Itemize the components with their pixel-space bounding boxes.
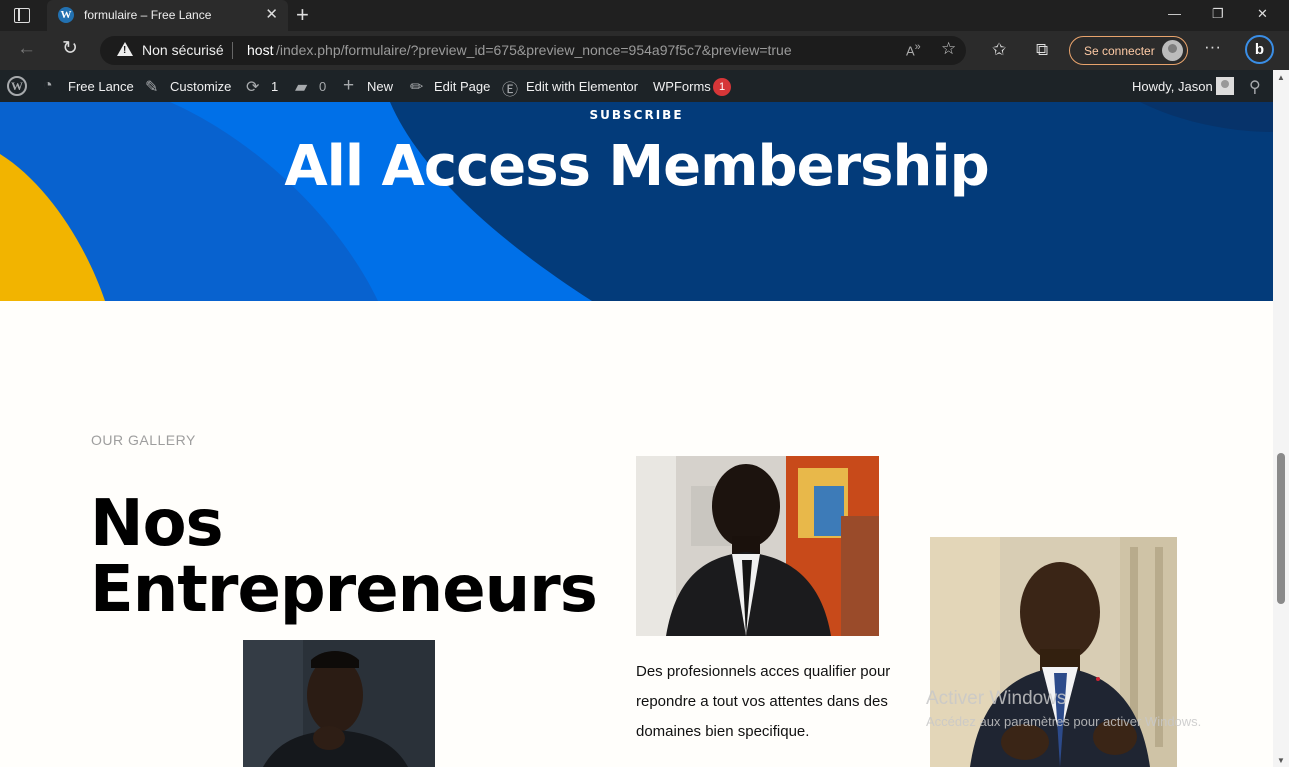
gallery-title-line-2: Entrepreneurs [90,553,598,627]
gallery-label: OUR GALLERY [91,432,196,448]
edit-elementor-link[interactable]: Edit with Elementor [526,79,638,94]
new-content-link[interactable]: New [367,79,393,94]
updates-icon[interactable]: ⟳ [246,77,259,97]
pencil-icon: ✏ [410,79,424,96]
browser-tab[interactable]: W formulaire – Free Lance ✕ [47,0,288,31]
restore-icon[interactable]: ❐ [1212,6,1224,22]
wordpress-favicon-icon: W [58,7,74,23]
updates-count[interactable]: 1 [271,79,278,94]
address-bar[interactable]: Non sécurisé host /index.php/formulaire/… [100,36,966,65]
warning-icon [117,42,133,56]
plus-icon: + [343,75,355,96]
comments-icon[interactable]: ▰ [295,77,307,97]
howdy-user-link[interactable]: Howdy, Jason [1132,79,1213,94]
hero-background-shapes [0,102,1273,301]
gallery-title: Nos Entrepreneurs [90,487,598,627]
hero-title: All Access Membership [284,134,989,199]
scroll-down-icon[interactable]: ▼ [1277,756,1285,765]
gallery-section: OUR GALLERY Nos Entrepreneurs Des profes… [0,301,1273,767]
sign-in-label: Se connecter [1084,44,1155,58]
collections-icon[interactable]: ⧉ [1036,40,1048,60]
close-window-icon[interactable]: ✕ [1257,6,1268,22]
url-path: /index.php/formulaire/?preview_id=675&pr… [276,42,792,58]
security-label[interactable]: Non sécurisé [142,42,224,58]
favorites-icon[interactable]: ✩ [992,40,1006,60]
close-tab-icon[interactable]: ✕ [265,5,278,23]
elementor-icon: Ⓔ [502,82,519,99]
activate-windows-subtitle[interactable]: Accédez aux paramètres pour activer Wind… [926,714,1201,729]
browser-tab-strip: W formulaire – Free Lance ✕ + — ❐ ✕ [0,0,1289,31]
search-icon[interactable]: ⚲ [1249,77,1261,97]
tab-actions-icon[interactable] [14,8,30,23]
divider [232,42,233,59]
entrepreneur-photo-2[interactable] [930,537,1177,767]
sign-in-button[interactable]: Se connecter [1069,36,1188,65]
gallery-description: Des profesionnels acces qualifier pour r… [636,663,891,740]
new-tab-icon[interactable]: + [296,2,309,28]
user-avatar[interactable] [1216,77,1234,95]
customize-link[interactable]: Customize [170,79,231,94]
scroll-up-icon[interactable]: ▲ [1277,73,1285,82]
wpforms-badge: 1 [713,78,731,96]
gallery-title-line-1: Nos [90,487,224,561]
entrepreneur-photo-1[interactable] [636,456,879,636]
entrepreneur-photo-3[interactable] [243,640,435,767]
scrollbar-thumb[interactable] [1277,453,1285,604]
add-favorite-icon[interactable]: ☆ [941,39,956,59]
profile-avatar-icon [1162,40,1183,61]
read-aloud-icon[interactable]: A» [906,41,921,58]
url-host: host [247,42,274,58]
edit-page-link[interactable]: Edit Page [434,79,490,94]
wpforms-link[interactable]: WPForms [653,79,711,94]
reload-icon[interactable]: ↻ [62,37,78,60]
bing-copilot-icon[interactable]: b [1245,35,1274,64]
activate-windows-title: Activer Windows [926,688,1067,709]
back-arrow-icon[interactable]: ← [17,38,36,60]
page-scrollbar[interactable]: ▲ ▼ [1273,70,1289,767]
brush-icon: ✎ [145,79,159,96]
site-name-link[interactable]: Free Lance [68,79,134,94]
hero-banner: SUBSCRIBE All Access Membership [0,102,1273,301]
tab-title: formulaire – Free Lance [84,8,212,22]
wp-admin-bar: W ◔ Free Lance ✎ Customize ⟳ 1 ▰ 0 + New… [0,70,1289,102]
hero-eyebrow: SUBSCRIBE [589,108,684,122]
browser-toolbar: ← ↻ Non sécurisé host /index.php/formula… [0,31,1289,70]
more-options-icon[interactable]: ··· [1204,37,1221,57]
minimize-icon[interactable]: — [1168,6,1181,21]
comments-count[interactable]: 0 [319,79,326,94]
dashboard-icon: ◔ [43,77,53,94]
wordpress-logo-icon[interactable]: W [7,76,27,96]
